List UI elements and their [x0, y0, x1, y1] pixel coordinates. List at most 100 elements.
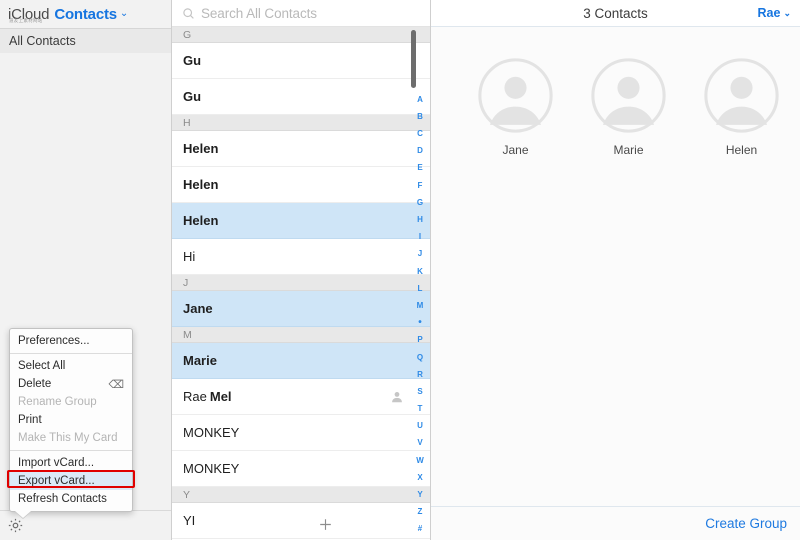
person-avatar-icon [477, 57, 554, 134]
alpha-index-x[interactable]: X [410, 469, 430, 486]
account-label: Rae [757, 6, 781, 20]
contact-first-name: Gu [183, 89, 202, 104]
alpha-index-y[interactable]: Y [410, 486, 430, 503]
menu-item-import-vcard[interactable]: Import vCard... [10, 454, 132, 472]
person-avatar-icon [590, 57, 667, 134]
alpha-index-hash[interactable]: # [410, 521, 430, 538]
alpha-index-g[interactable]: G [410, 194, 430, 211]
search-input[interactable]: Search All Contacts [201, 6, 317, 21]
gear-icon[interactable] [7, 517, 24, 534]
menu-item-make-this-my-card: Make This My Card [10, 429, 132, 447]
menu-item-refresh-contacts[interactable]: Refresh Contacts [10, 490, 132, 508]
contact-list-item[interactable]: Rae Mel [172, 379, 430, 415]
backspace-icon: ⌫ [108, 378, 124, 391]
menu-item-label: Export vCard... [18, 475, 95, 487]
contact-list-item[interactable]: Helen [172, 203, 430, 239]
alphabet-index[interactable]: A B C D E F G H I J K L M • P Q R S T U V W X Y Z # [410, 27, 430, 540]
contact-first-name: Helen [183, 141, 219, 156]
alpha-index-a[interactable]: A [410, 91, 430, 108]
section-header-label: J [183, 276, 189, 289]
alpha-index-r[interactable]: R [410, 366, 430, 383]
contact-last-name: Mel [209, 389, 232, 404]
contact-card[interactable]: Marie [590, 57, 667, 157]
alpha-index-v[interactable]: V [410, 435, 430, 452]
menu-item-preferences[interactable]: Preferences... [10, 332, 132, 350]
alpha-index-t[interactable]: T [410, 401, 430, 418]
alpha-index-p[interactable]: P [410, 332, 430, 349]
contact-first-name: Helen [183, 213, 219, 228]
alpha-index-u[interactable]: U [410, 418, 430, 435]
contact-first-name: Hi [183, 249, 196, 264]
contact-cards: Jane Marie Helen [431, 27, 800, 157]
contact-list-item[interactable]: Hi [172, 239, 430, 275]
contact-first-name: MONKEY [183, 461, 240, 476]
chevron-down-icon: ⌄ [783, 7, 791, 18]
contact-card-name: Marie [613, 143, 644, 157]
search-bar[interactable]: Search All Contacts [172, 0, 430, 27]
alpha-index-c[interactable]: C [410, 126, 430, 143]
account-menu-button[interactable]: Rae ⌄ [758, 6, 791, 20]
alpha-index-k[interactable]: K [410, 263, 430, 280]
menu-item-label: Make This My Card [18, 432, 118, 444]
section-header-label: M [183, 328, 192, 341]
menu-item-export-vcard[interactable]: Export vCard... [10, 472, 132, 490]
vertical-scrollbar[interactable] [411, 30, 416, 88]
contact-list-item[interactable]: Marie [172, 343, 430, 379]
contact-list-item[interactable]: Helen [172, 167, 430, 203]
alpha-index-e[interactable]: E [410, 160, 430, 177]
contact-list-column: Search All Contacts G Gu Gu H Helen Helen Hele… [172, 0, 431, 540]
section-header: G [172, 27, 430, 43]
menu-item-label: Rename Group [18, 396, 97, 408]
menu-divider [10, 450, 132, 451]
menu-item-rename-group: Rename Group [10, 393, 132, 411]
alpha-index-f[interactable]: F [410, 177, 430, 194]
add-contact-button[interactable] [317, 516, 334, 533]
alpha-index-s[interactable]: S [410, 383, 430, 400]
contact-card[interactable]: Jane [477, 57, 554, 157]
settings-context-menu[interactable]: Preferences... Select All Delete ⌫ Rename Gr… [9, 328, 133, 512]
contact-card-name: Jane [502, 143, 529, 157]
sidebar-item-all-contacts[interactable]: All Contacts [0, 29, 171, 53]
contact-card-name: Helen [725, 143, 758, 157]
alpha-index-i[interactable]: I [410, 229, 430, 246]
alpha-index-l[interactable]: L [410, 280, 430, 297]
contact-card[interactable]: Helen [703, 57, 780, 157]
brand-app-label[interactable]: Contacts [54, 6, 117, 23]
alpha-index-m[interactable]: M [410, 297, 430, 314]
menu-item-select-all[interactable]: Select All [10, 357, 132, 375]
alpha-index-j[interactable]: J [410, 246, 430, 263]
alpha-index-d[interactable]: D [410, 143, 430, 160]
contact-list-item[interactable]: Helen [172, 131, 430, 167]
contact-list-item[interactable]: MONKEY [172, 415, 430, 451]
contact-list-item[interactable]: MONKEY [172, 451, 430, 487]
contact-list-item[interactable]: Gu [172, 79, 430, 115]
app-brand-header: iCloud Contacts ⌄ 道友上素材网站 [0, 0, 171, 28]
detail-pane: 3 Contacts Rae ⌄ Jane Marie Helen Create G… [431, 0, 800, 540]
alpha-index-•[interactable]: • [410, 315, 430, 332]
page-title: 3 Contacts [583, 5, 648, 21]
alpha-index-h[interactable]: H [410, 211, 430, 228]
contact-first-name: Marie [183, 353, 217, 368]
watermark-text: 道友上素材网站 [9, 18, 43, 23]
menu-item-print[interactable]: Print [10, 411, 132, 429]
contact-list-item[interactable]: Gu [172, 43, 430, 79]
alpha-index-z[interactable]: Z [410, 504, 430, 521]
chevron-down-icon[interactable]: ⌄ [120, 9, 128, 19]
alpha-index-b[interactable]: B [410, 108, 430, 125]
detail-footer: Create Group [431, 506, 800, 540]
alpha-index-w[interactable]: W [410, 452, 430, 469]
contact-list-item[interactable]: YI [172, 503, 430, 539]
menu-item-delete[interactable]: Delete ⌫ [10, 375, 132, 393]
search-icon [182, 7, 195, 20]
detail-header: 3 Contacts Rae ⌄ [431, 0, 800, 27]
create-group-button[interactable]: Create Group [705, 516, 787, 531]
alpha-index-q[interactable]: Q [410, 349, 430, 366]
section-header-label: G [183, 28, 192, 41]
menu-item-label: Print [18, 414, 42, 426]
menu-divider [10, 353, 132, 354]
contact-list-item[interactable]: Jane [172, 291, 430, 327]
menu-item-label: Select All [18, 360, 66, 372]
contact-first-name: Jane [183, 301, 213, 316]
contact-list-scroll-area[interactable]: G Gu Gu H Helen Helen Helen Hi J Jane M Marie Rae Mel… [172, 27, 430, 540]
icloud-contacts-window: iCloud Contacts ⌄ 道友上素材网站 All Contacts S… [0, 0, 800, 540]
